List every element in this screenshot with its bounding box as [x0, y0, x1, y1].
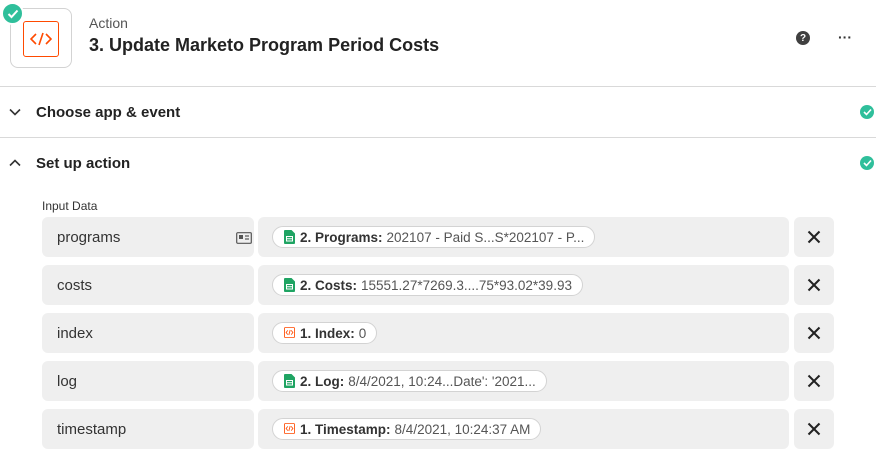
field-key-label: log	[57, 373, 78, 390]
field-value-input[interactable]: 2. Costs: 15551.27*7269.3....75*93.02*39…	[258, 265, 789, 305]
input-row-log: log 2. Log: 8/4/2021, 10:24...Date': '20…	[42, 361, 834, 401]
more-options-icon[interactable]: ···	[836, 28, 854, 46]
mapped-field-value: 202107 - Paid S...S*202107 - P...	[386, 229, 585, 245]
input-row-index: index 1. Index: 0	[42, 313, 834, 353]
input-row-programs: programs 2. Programs: 202107 - Paid S...…	[42, 217, 834, 257]
field-key-input[interactable]: index	[42, 313, 254, 353]
field-key-input[interactable]: timestamp	[42, 409, 254, 449]
field-value-input[interactable]: 1. Index: 0	[258, 313, 789, 353]
field-key-label: index	[57, 325, 93, 342]
section-set-up-action[interactable]: Set up action	[0, 138, 876, 189]
step-title: 3. Update Marketo Program Period Costs	[89, 35, 440, 55]
mapped-field-pill[interactable]: 2. Programs: 202107 - Paid S...S*202107 …	[272, 226, 596, 248]
chevron-up-icon	[8, 156, 22, 170]
field-key-label: timestamp	[57, 421, 127, 438]
mapped-field-value: 8/4/2021, 10:24...Date': '2021...	[348, 373, 536, 389]
field-key-label: costs	[57, 277, 93, 294]
mapped-field-value: 15551.27*7269.3....75*93.02*39.93	[361, 277, 572, 293]
mapped-field-pill[interactable]: 2. Costs: 15551.27*7269.3....75*93.02*39…	[272, 274, 583, 296]
code-step-icon	[284, 326, 295, 340]
close-icon	[807, 230, 821, 244]
input-data-label: Input Data	[42, 199, 98, 213]
chevron-down-icon	[8, 105, 22, 119]
step-type-label: Action	[89, 15, 128, 31]
mapped-field-key: 1. Index:	[300, 325, 355, 341]
field-key-input[interactable]: programs	[42, 217, 254, 257]
close-icon	[807, 278, 821, 292]
section-title: Set up action	[36, 155, 131, 172]
code-icon	[23, 21, 59, 57]
field-key-input[interactable]: log	[42, 361, 254, 401]
mapped-field-pill[interactable]: 1. Index: 0	[272, 322, 378, 344]
input-row-costs: costs 2. Costs: 15551.27*7269.3....75*93…	[42, 265, 834, 305]
remove-field-button[interactable]	[794, 361, 834, 401]
mapped-field-pill[interactable]: 1. Timestamp: 8/4/2021, 10:24:37 AM	[272, 418, 542, 440]
remove-field-button[interactable]	[794, 217, 834, 257]
field-key-input[interactable]: costs	[42, 265, 254, 305]
google-sheets-icon	[284, 374, 295, 388]
step-header: Action 3. Update Marketo Program Period …	[0, 0, 876, 87]
mapped-field-value: 0	[358, 325, 367, 341]
code-step-icon	[284, 422, 295, 436]
mapped-field-key: 2. Log:	[300, 373, 345, 389]
google-sheets-icon	[284, 278, 295, 292]
remove-field-button[interactable]	[794, 313, 834, 353]
field-value-input[interactable]: 2. Log: 8/4/2021, 10:24...Date': '2021..…	[258, 361, 789, 401]
field-key-label: programs	[57, 229, 121, 246]
help-icon[interactable]: ?	[796, 31, 810, 45]
section-choose-app-event[interactable]: Choose app & event	[0, 87, 876, 138]
mapped-field-key: 2. Costs:	[300, 277, 358, 293]
section-title: Choose app & event	[36, 104, 181, 121]
mapped-field-key: 1. Timestamp:	[300, 421, 391, 437]
close-icon	[807, 422, 821, 436]
check-icon	[860, 105, 874, 119]
field-value-input[interactable]: 1. Timestamp: 8/4/2021, 10:24:37 AM	[258, 409, 789, 449]
field-type-icon	[236, 231, 252, 244]
mapped-field-key: 2. Programs:	[300, 229, 383, 245]
remove-field-button[interactable]	[794, 409, 834, 449]
close-icon	[807, 374, 821, 388]
step-complete-check-icon	[1, 2, 24, 25]
check-icon	[860, 156, 874, 170]
field-value-input[interactable]: 2. Programs: 202107 - Paid S...S*202107 …	[258, 217, 789, 257]
remove-field-button[interactable]	[794, 265, 834, 305]
close-icon	[807, 326, 821, 340]
mapped-field-pill[interactable]: 2. Log: 8/4/2021, 10:24...Date': '2021..…	[272, 370, 547, 392]
mapped-field-value: 8/4/2021, 10:24:37 AM	[394, 421, 531, 437]
input-row-timestamp: timestamp 1. Timestamp: 8/4/2021, 10:24:…	[42, 409, 834, 449]
google-sheets-icon	[284, 230, 295, 244]
